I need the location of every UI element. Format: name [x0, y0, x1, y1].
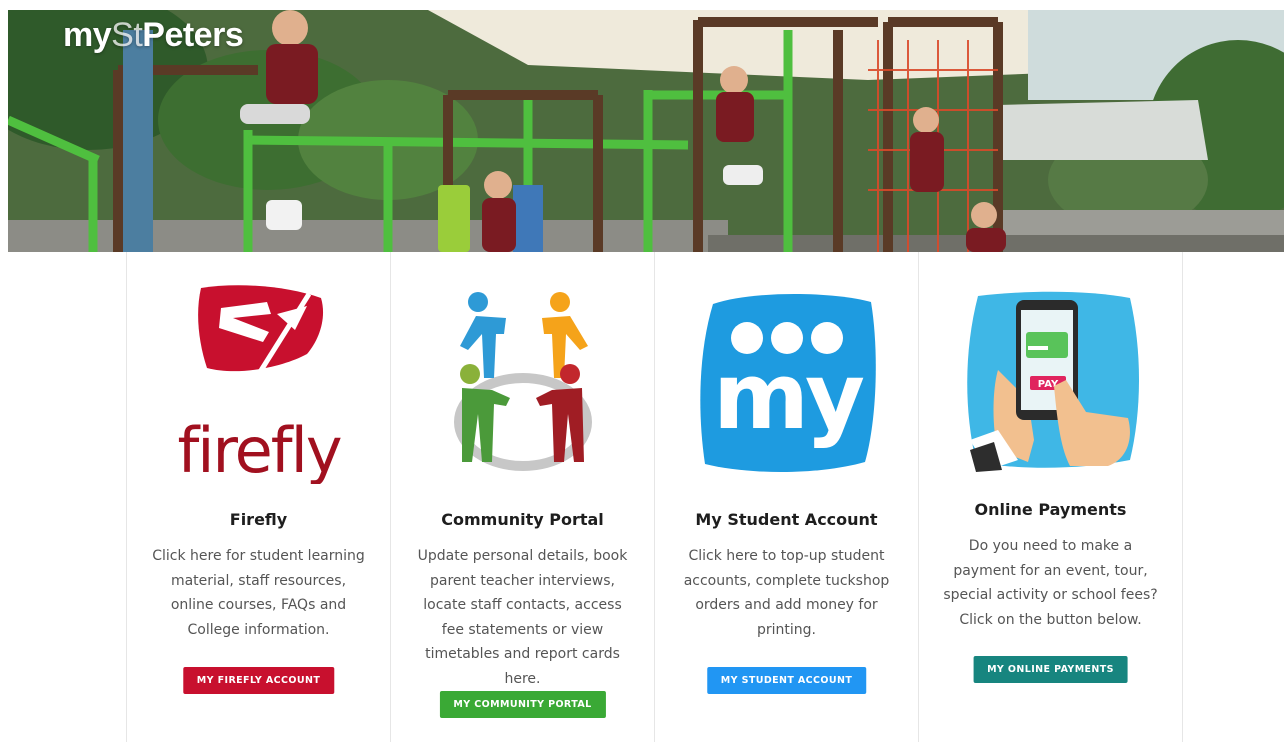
my-wordmark: my	[713, 343, 864, 450]
brand-mid: St	[111, 16, 143, 54]
card-description: Click here for student learning material…	[152, 548, 365, 638]
card-firefly: firefly Firefly Click here for student l…	[126, 252, 390, 742]
firefly-logo-icon: firefly	[159, 284, 359, 487]
brand-prefix: my	[63, 16, 112, 54]
brand-suffix: Peters	[142, 16, 244, 54]
my-student-account-button[interactable]: MY STUDENT ACCOUNT	[706, 667, 867, 694]
card-community-portal: Community Portal Update personal details…	[390, 252, 654, 742]
card-online-payments: PAY Online Payments Do you need to make …	[918, 252, 1183, 742]
hero-banner: myStPeters	[8, 10, 1284, 252]
card-my-student-account: my My Student Account Click here to top-…	[654, 252, 918, 742]
card-description: Click here to top-up student accounts, c…	[683, 548, 890, 638]
card-description: Do you need to make a payment for an eve…	[943, 538, 1158, 628]
card-description: Update personal details, book parent tea…	[417, 548, 628, 687]
card-title: Community Portal	[441, 510, 604, 529]
my-community-portal-button[interactable]: MY COMMUNITY PORTAL	[439, 691, 606, 718]
my-firefly-account-button[interactable]: MY FIREFLY ACCOUNT	[182, 667, 335, 694]
services-cards: firefly Firefly Click here for student l…	[126, 252, 1183, 742]
site-brand-logo[interactable]: myStPeters	[63, 16, 244, 55]
card-title: My Student Account	[695, 510, 878, 529]
community-people-circle-icon	[448, 290, 598, 480]
my-student-account-logo-icon: my	[695, 290, 879, 476]
firefly-wordmark: firefly	[177, 414, 340, 484]
my-online-payments-button[interactable]: MY ONLINE PAYMENTS	[973, 656, 1128, 683]
card-title: Online Payments	[974, 500, 1127, 519]
card-title: Firefly	[229, 510, 288, 529]
phone-pay-icon: PAY	[958, 290, 1144, 472]
